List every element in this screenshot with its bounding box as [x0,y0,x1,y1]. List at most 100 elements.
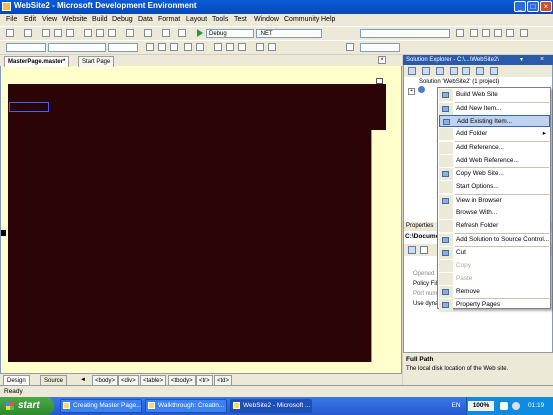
context-menu-item[interactable]: Add Solution to Source Control... [439,233,550,246]
properties-icon[interactable] [408,67,416,75]
menu-debug[interactable]: Debug [112,16,133,23]
menu-file[interactable]: File [6,16,17,23]
underline-icon[interactable] [170,43,178,51]
align-left-icon[interactable] [214,43,222,51]
context-menu-item[interactable]: Copy Web Site... [439,168,550,181]
context-menu-item[interactable]: Property Pages [439,299,550,312]
battery-indicator[interactable]: 100% [468,401,494,411]
align-right-icon[interactable] [238,43,246,51]
solution-explorer-title[interactable]: Solution Explorer - C:\...\WebSite2\ [403,55,553,65]
cut-toolbar-icon[interactable] [84,29,92,37]
properties-window-icon[interactable] [482,29,490,37]
bullets-icon[interactable] [256,43,264,51]
background-color-icon[interactable] [196,43,204,51]
tab-start-page[interactable]: Start Page [78,56,115,67]
property-row[interactable]: Port num [404,289,437,299]
network-icon[interactable] [500,402,508,410]
alphabetical-icon[interactable] [420,246,428,254]
toolbox-icon[interactable] [506,29,514,37]
categorized-icon[interactable] [408,246,416,254]
tab-masterpage[interactable]: MasterPage.master* [4,56,70,67]
start-debugging-icon[interactable] [197,29,203,37]
document-close-icon[interactable]: × [378,56,386,64]
align-center-icon[interactable] [226,43,234,51]
volume-icon[interactable] [512,402,520,410]
context-menu-item[interactable]: Cut [439,247,550,260]
context-menu-item[interactable]: Add Existing Item... [439,115,550,128]
context-menu-item[interactable]: Add Reference... [439,141,550,154]
property-row[interactable]: Policy File [404,279,437,289]
copy-toolbar-icon[interactable] [96,29,104,37]
header-content-placeholder[interactable] [9,102,49,112]
pin-icon[interactable]: ▾ [520,56,528,64]
title-bar[interactable]: WebSite2 - Microsoft Development Environ… [0,0,553,14]
menu-format[interactable]: Format [158,16,180,23]
properties-object-selector[interactable]: C:\Docume [405,233,439,240]
open-icon[interactable] [42,29,50,37]
copy-web-toolbar-icon[interactable] [476,67,484,75]
view-designer-icon[interactable] [462,67,470,75]
menu-help[interactable]: Help [321,16,335,23]
footer-region[interactable] [8,347,371,362]
navigate-forward-icon[interactable] [178,29,186,37]
minimize-button[interactable]: _ [514,1,526,12]
menu-window[interactable]: Window [254,16,279,23]
property-row[interactable]: Use dyna [404,299,437,309]
style-application-icon[interactable] [346,43,354,51]
start-button[interactable]: start [0,397,54,415]
menu-build[interactable]: Build [92,16,108,23]
navigate-back-icon[interactable] [162,29,170,37]
asp-config-icon[interactable] [490,67,498,75]
taskbar-item[interactable]: WebSite2 - Microsoft ... [230,399,312,413]
refresh-icon[interactable] [422,67,430,75]
solution-root-node[interactable]: Solution 'WebSite2' (1 project) [419,79,499,85]
add-item-icon[interactable] [24,29,32,37]
content-placeholder-region[interactable] [8,130,371,362]
find-in-files-icon[interactable] [456,29,464,37]
start-page-icon[interactable] [520,29,528,37]
context-menu-item[interactable]: Browse With... [439,207,550,220]
italic-icon[interactable] [158,43,166,51]
menu-layout[interactable]: Layout [186,16,207,23]
property-row[interactable]: Opened [404,269,437,279]
language-indicator[interactable]: EN [446,397,466,415]
context-menu-item[interactable]: Build Web Site [439,89,550,101]
paste-toolbar-icon[interactable] [108,29,116,37]
view-code-icon[interactable] [450,67,458,75]
font-size-combo[interactable] [108,43,138,52]
target-rule-combo[interactable] [360,43,400,52]
undo-icon[interactable] [126,29,134,37]
numbering-icon[interactable] [268,43,276,51]
save-icon[interactable] [54,29,62,37]
solution-config-combo[interactable]: Debug [206,29,254,38]
menu-test[interactable]: Test [234,16,247,23]
menu-view[interactable]: View [42,16,57,23]
solution-explorer-icon[interactable] [470,29,478,37]
menu-website[interactable]: Website [62,16,87,23]
solution-platform-combo[interactable]: .NET [256,29,322,38]
taskbar-item[interactable]: Walkthrough: Creatin... [145,399,227,413]
context-menu-item[interactable]: Start Options... [439,180,550,193]
right-column-cell[interactable] [371,130,386,362]
maximize-button[interactable]: □ [527,1,539,12]
foreground-color-icon[interactable] [184,43,192,51]
context-menu-item[interactable]: Refresh Folder [439,220,550,232]
menu-community[interactable]: Community [284,16,319,23]
block-format-combo[interactable] [6,43,46,52]
close-button[interactable]: × [540,1,552,12]
menu-tools[interactable]: Tools [212,16,228,23]
find-combo[interactable] [360,29,450,38]
bold-icon[interactable] [146,43,154,51]
context-menu-item[interactable]: Add New Item... [439,102,550,115]
context-menu-item[interactable]: Add Web Reference... [439,154,550,167]
context-menu-item[interactable]: View in Browser [439,194,550,207]
nest-related-icon[interactable] [436,67,444,75]
font-name-combo[interactable] [48,43,106,52]
context-menu-item[interactable]: Add Folder ▸ [439,128,550,141]
redo-icon[interactable] [144,29,152,37]
object-browser-icon[interactable] [494,29,502,37]
expand-icon[interactable]: + [408,88,415,95]
master-header-region[interactable] [8,84,386,130]
context-menu-item[interactable]: Remove [439,285,550,298]
menu-data[interactable]: Data [138,16,153,23]
